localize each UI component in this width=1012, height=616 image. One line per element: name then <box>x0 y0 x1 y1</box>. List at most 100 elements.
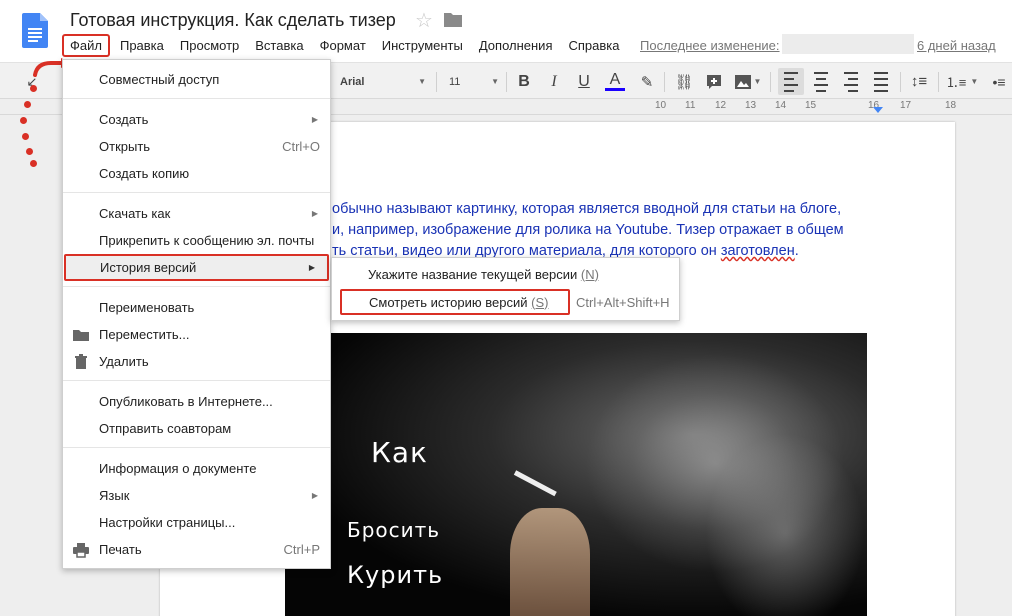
link-icon[interactable]: ⛓ <box>673 63 695 100</box>
text-color-swatch <box>605 88 625 91</box>
image-icon[interactable]: ▼ <box>733 63 763 100</box>
document-paragraph[interactable]: обычно называют картинку, которая являет… <box>332 199 862 262</box>
document-title[interactable]: Готовая инструкция. Как сделать тизер <box>70 10 396 31</box>
menu-item-label: Опубликовать в Интернете... <box>99 394 273 409</box>
menu-divider <box>63 380 330 381</box>
text-color-button[interactable]: A <box>603 63 627 100</box>
font-family-select[interactable]: Arial ▼ <box>340 63 426 100</box>
menu-divider <box>63 286 330 287</box>
italic-button[interactable]: I <box>543 63 565 100</box>
bold-button[interactable]: B <box>513 63 535 100</box>
menu-item-move[interactable]: Переместить... <box>63 321 330 348</box>
justify-icon <box>874 71 888 74</box>
align-center-button[interactable] <box>808 63 834 100</box>
menu-item-name-current-version[interactable]: Укажите название текущей версии (N) <box>332 261 599 287</box>
annotation-dot <box>30 85 37 92</box>
menu-item-label: Язык <box>99 488 130 503</box>
submenu-arrow-icon: ▶ <box>308 263 315 272</box>
shortcut-label: Ctrl+P <box>283 542 320 557</box>
menu-item-label: Настройки страницы... <box>99 515 236 530</box>
align-center-icon-line <box>816 77 826 80</box>
menu-item-share[interactable]: Совместный доступ <box>63 66 330 93</box>
menu-file[interactable]: Файл <box>62 33 110 57</box>
paragraph-line: и, например, изображение для ролика на Y… <box>332 222 844 238</box>
toolbar-divider <box>770 72 771 92</box>
line-spacing-icon[interactable]: ↕≡ <box>906 63 932 100</box>
comment-icon[interactable] <box>703 63 725 100</box>
menu-item-publish[interactable]: Опубликовать в Интернете... <box>63 388 330 415</box>
folder-icon[interactable] <box>444 12 462 27</box>
align-right-icon-line <box>844 83 858 86</box>
menu-item-delete[interactable]: Удалить <box>63 348 330 375</box>
ruler-number: 12 <box>715 100 727 111</box>
menu-insert[interactable]: Вставка <box>247 34 311 57</box>
menu-item-print[interactable]: Печать Ctrl+P <box>63 536 330 563</box>
menu-item-make-copy[interactable]: Создать копию <box>63 160 330 187</box>
ruler-number: 11 <box>685 100 696 111</box>
menu-tools[interactable]: Инструменты <box>374 34 471 57</box>
teaser-image[interactable]: Как Бросить Курить <box>285 333 867 616</box>
menu-view[interactable]: Просмотр <box>172 34 247 57</box>
toolbar-divider <box>938 72 939 92</box>
underline-button[interactable]: U <box>573 63 595 100</box>
font-size-select[interactable]: 11 ▼ <box>449 63 499 100</box>
align-center-icon-line <box>816 89 826 92</box>
menu-item-rename[interactable]: Переименовать <box>63 294 330 321</box>
align-left-icon-line <box>784 83 798 86</box>
trash-icon <box>75 353 87 369</box>
menu-edit[interactable]: Правка <box>112 34 172 57</box>
header: Готовая инструкция. Как сделать тизер ☆ … <box>0 0 1012 62</box>
font-size-value: 11 <box>449 75 461 88</box>
menu-item-page-setup[interactable]: Настройки страницы... <box>63 509 330 536</box>
shortcut-label: Ctrl+Alt+Shift+H <box>576 294 670 310</box>
menu-item-label: Совместный доступ <box>99 72 220 87</box>
align-center-icon <box>814 71 828 74</box>
menu-item-label: Открыть <box>99 139 151 154</box>
bulleted-list-icon[interactable]: •≡ <box>988 63 1010 100</box>
highlight-icon[interactable]: ✎ <box>636 63 658 100</box>
menu-item-language[interactable]: Язык ▶ <box>63 482 330 509</box>
menu-item-new[interactable]: Создать ▶ <box>63 106 330 133</box>
menu-item-see-version-history[interactable]: Смотреть историю версий (S) <box>340 289 570 315</box>
printer-icon <box>73 542 89 558</box>
last-edit-time[interactable]: 6 дней назад <box>917 38 996 53</box>
misspelled-word[interactable]: заготовлен <box>721 243 795 259</box>
menu-item-email-collaborators[interactable]: Отправить соавторам <box>63 415 330 442</box>
menu-item-label: Переместить... <box>99 327 190 342</box>
star-icon[interactable]: ☆ <box>415 8 433 33</box>
menu-item-label: Укажите название текущей версии <box>368 266 578 282</box>
menu-addons[interactable]: Дополнения <box>471 34 561 57</box>
menu-item-label: Прикрепить к сообщению эл. почты <box>99 233 315 248</box>
google-docs-icon[interactable] <box>22 13 48 48</box>
chevron-down-icon: ▼ <box>753 77 762 86</box>
menu-item-open[interactable]: Открыть Ctrl+O <box>63 133 330 160</box>
justify-button[interactable] <box>868 63 894 100</box>
menu-item-download[interactable]: Скачать как ▶ <box>63 200 330 227</box>
align-left-button[interactable] <box>778 68 804 95</box>
menu-item-label: Смотреть историю версий <box>369 294 528 310</box>
menu-item-email-attach[interactable]: Прикрепить к сообщению эл. почты <box>63 227 330 254</box>
menu-item-doc-details[interactable]: Информация о документе <box>63 455 330 482</box>
menu-help[interactable]: Справка <box>560 34 627 57</box>
last-edit-label[interactable]: Последнее изменение: <box>640 38 780 53</box>
ruler-number: 18 <box>945 100 957 111</box>
menubar: Файл Правка Просмотр Вставка Формат Инст… <box>62 33 627 57</box>
access-key-label: (S) <box>531 294 549 310</box>
align-right-icon-line <box>848 77 858 80</box>
indent-marker-icon[interactable] <box>873 107 883 113</box>
menu-format[interactable]: Формат <box>312 34 374 57</box>
insert-image-icon <box>734 74 751 89</box>
ruler-number: 13 <box>745 100 757 111</box>
toolbar-divider <box>664 72 665 92</box>
align-right-button[interactable] <box>838 63 864 100</box>
menu-item-version-history[interactable]: История версий ▶ <box>64 254 329 281</box>
numbered-list-button[interactable]: ⒈≡ ▼ <box>944 63 980 100</box>
menu-item-label: Переименовать <box>99 300 195 315</box>
redacted-name <box>782 34 914 54</box>
submenu-arrow-icon: ▶ <box>311 209 318 218</box>
ruler-number: 10 <box>655 100 667 111</box>
align-left-icon-line <box>784 89 794 92</box>
paragraph-line: обычно называют картинку, которая являет… <box>332 201 842 217</box>
annotation-dot <box>20 117 27 124</box>
menu-item-label: Создать <box>99 112 149 127</box>
